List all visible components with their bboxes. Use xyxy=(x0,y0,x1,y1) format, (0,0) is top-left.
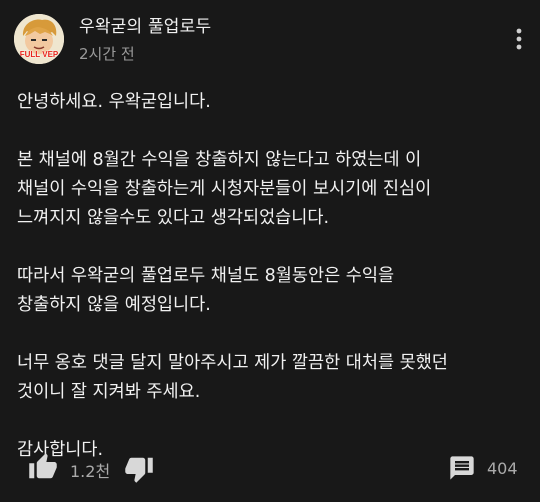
avatar-image: FULL VEP xyxy=(14,14,64,64)
dislike-button[interactable] xyxy=(124,454,154,484)
post-time: 2시간 전 xyxy=(79,45,135,63)
post-actions: 1.2천 404 xyxy=(0,448,540,490)
post-paragraph: 너무 옹호 댓글 달지 말아주시고 제가 깔끔한 대처를 못했던 것이니 잘 지… xyxy=(17,349,527,407)
channel-name[interactable]: 우왁굳의 풀업로두 xyxy=(79,12,211,37)
post-header: FULL VEP 우왁굳의 풀업로두 2시간 전 xyxy=(0,0,540,72)
post-text: 안녕하세요. 우왁굳입니다. 본 채널에 8월간 수익을 창출하지 않는다고 하… xyxy=(17,88,527,465)
thumb-down-icon xyxy=(125,457,153,483)
post-line: 본 채널에 8월간 수익을 창출하지 않는다고 하였는데 이 xyxy=(17,150,422,170)
post-line: 채널이 수익을 창출하는게 시청자분들이 보시기에 진심이 xyxy=(17,179,432,199)
post-paragraph: 따라서 우왁굳의 풀업로두 채널도 8월동안은 수익을 창출하지 않을 예정입니… xyxy=(17,262,527,320)
comment-count: 404 xyxy=(487,459,518,478)
comment-button[interactable] xyxy=(448,454,476,482)
post-line: 느껴지지 않을수도 있다고 생각되었습니다. xyxy=(17,208,330,228)
like-button[interactable] xyxy=(28,452,58,482)
post-paragraph: 안녕하세요. 우왁굳입니다. xyxy=(17,88,527,117)
comment-icon xyxy=(450,456,474,480)
post-line: 너무 옹호 댓글 달지 말아주시고 제가 깔끔한 대처를 못했던 xyxy=(17,353,448,373)
post-line: 따라서 우왁굳의 풀업로두 채널도 8월동안은 수익을 xyxy=(17,266,395,286)
more-options-button[interactable] xyxy=(508,24,530,54)
avatar-badge-text: FULL VEP xyxy=(20,50,59,59)
channel-avatar[interactable]: FULL VEP xyxy=(14,14,64,64)
post-paragraph: 본 채널에 8월간 수익을 창출하지 않는다고 하였는데 이 채널이 수익을 창… xyxy=(17,146,527,233)
more-vert-icon xyxy=(516,28,522,50)
post-line: 것이니 잘 지켜봐 주세요. xyxy=(17,382,201,402)
thumb-up-icon xyxy=(29,453,57,479)
post-line: 안녕하세요. 우왁굳입니다. xyxy=(17,92,211,112)
like-count: 1.2천 xyxy=(70,462,111,481)
post-line: 창출하지 않을 예정입니다. xyxy=(17,295,211,315)
